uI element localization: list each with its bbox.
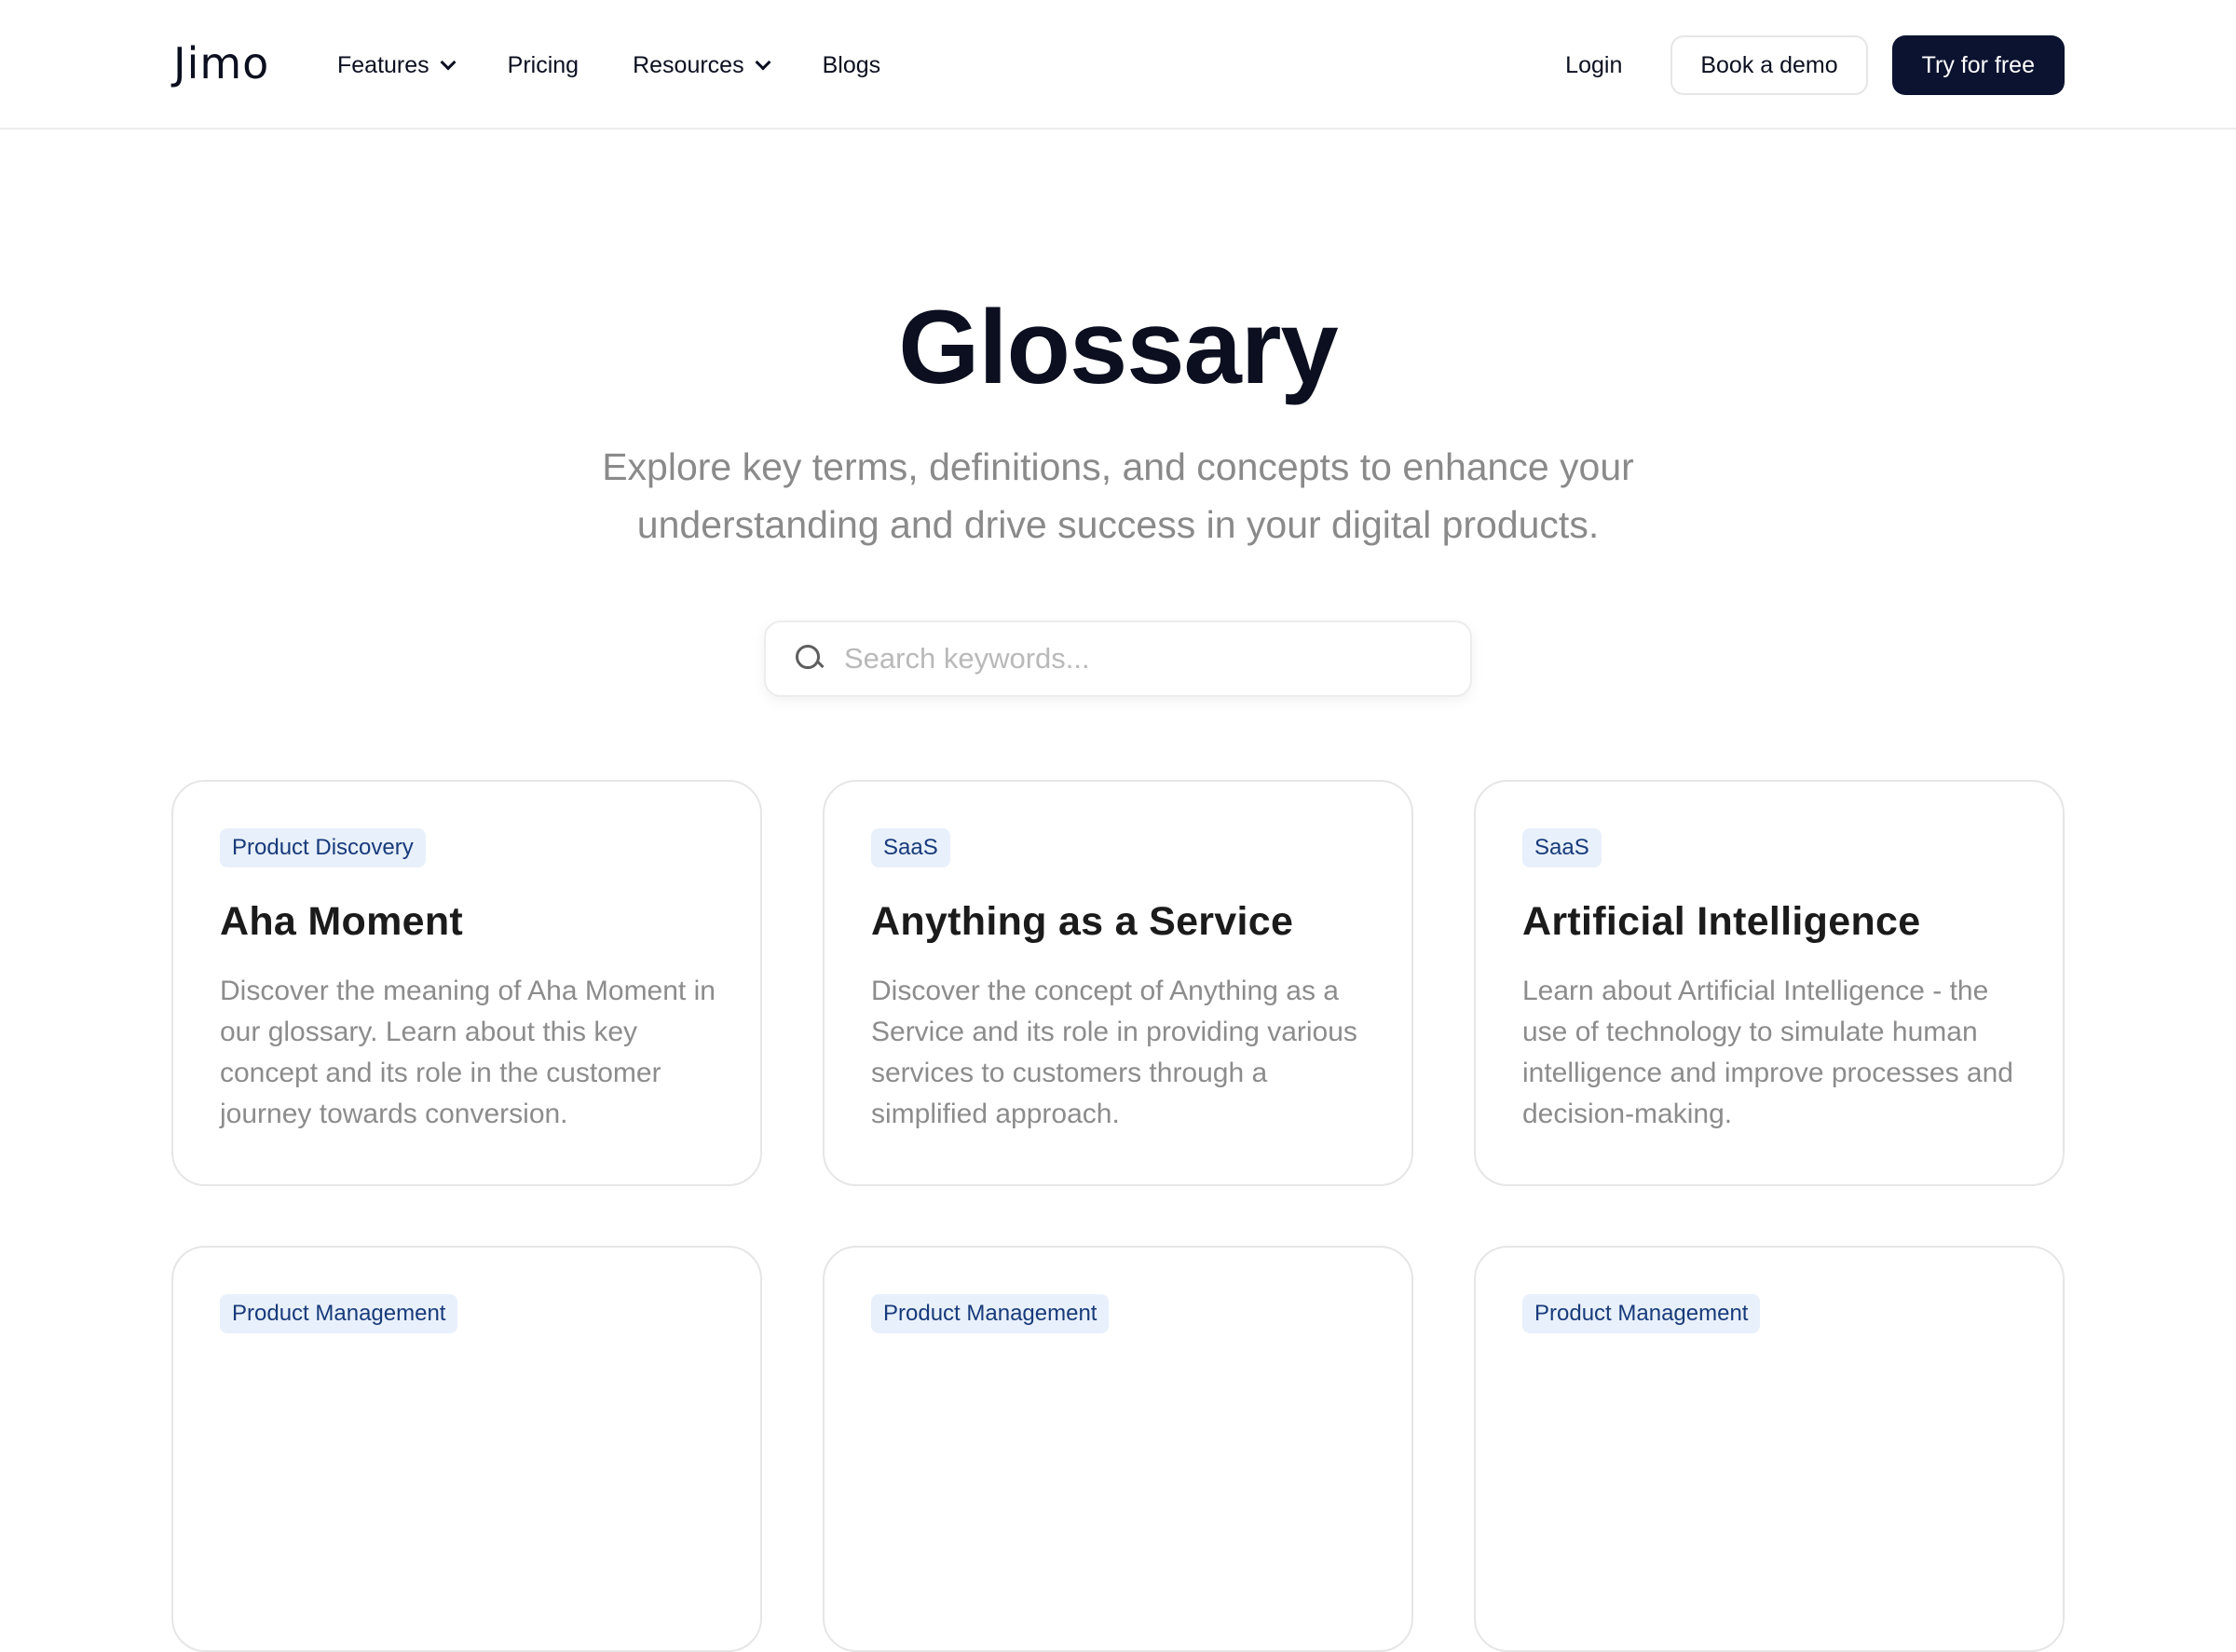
glossary-card[interactable]: SaaS Artificial Intelligence Learn about…: [1474, 780, 2065, 1186]
category-tag: SaaS: [871, 828, 950, 867]
card-title: Anything as a Service: [871, 899, 1294, 944]
page-title: Glossary: [898, 289, 1338, 405]
nav-link-resources-label: Resources: [633, 51, 744, 78]
card-description: Discover the concept of Anything as a Se…: [871, 976, 1357, 1129]
nav-link-pricing-label: Pricing: [507, 51, 579, 78]
nav-link-pricing[interactable]: Pricing: [508, 52, 579, 79]
nav-actions: Login Book a demo Try for free: [1565, 35, 2065, 95]
nav-link-features-label: Features: [337, 51, 429, 78]
glossary-card[interactable]: Product Management: [823, 1246, 1413, 1652]
glossary-grid: Product Discovery Aha Moment Discover th…: [171, 780, 2065, 1652]
top-navigation: Jimo Features Pricing Resources Blogs Lo…: [0, 0, 2236, 130]
glossary-card[interactable]: Product Management: [171, 1246, 762, 1652]
nav-link-features[interactable]: Features: [337, 51, 457, 79]
nav-link-blogs-label: Blogs: [822, 51, 881, 78]
search-box[interactable]: [764, 621, 1472, 697]
card-title: Artificial Intelligence: [1522, 899, 1921, 944]
card-description: Learn about Artificial Intelligence - th…: [1522, 976, 2013, 1129]
card-title: Aha Moment: [220, 899, 463, 944]
login-link[interactable]: Login: [1565, 52, 1622, 79]
search-input[interactable]: [844, 631, 1470, 687]
nav-link-resources[interactable]: Resources: [633, 51, 771, 79]
search-icon: [796, 645, 824, 673]
try-for-free-button[interactable]: Try for free: [1891, 35, 2065, 95]
category-tag: Product Discovery: [220, 828, 426, 867]
glossary-card[interactable]: Product Discovery Aha Moment Discover th…: [171, 780, 762, 1186]
card-description: Discover the meaning of Aha Moment in ou…: [220, 976, 716, 1129]
category-tag: Product Management: [1522, 1294, 1761, 1333]
category-tag: SaaS: [1522, 828, 1602, 867]
chevron-down-icon: [755, 54, 771, 71]
category-tag: Product Management: [220, 1294, 458, 1333]
jimo-logo[interactable]: Jimo: [173, 35, 269, 91]
page-subtitle: Explore key terms, definitions, and conc…: [602, 445, 1634, 546]
glossary-card[interactable]: SaaS Anything as a Service Discover the …: [823, 780, 1413, 1186]
nav-links: Features Pricing Resources Blogs: [337, 43, 934, 88]
glossary-card[interactable]: Product Management: [1474, 1246, 2065, 1652]
chevron-down-icon: [440, 54, 457, 71]
nav-link-blogs[interactable]: Blogs: [823, 52, 881, 79]
book-demo-button[interactable]: Book a demo: [1670, 35, 1868, 95]
category-tag: Product Management: [871, 1294, 1110, 1333]
